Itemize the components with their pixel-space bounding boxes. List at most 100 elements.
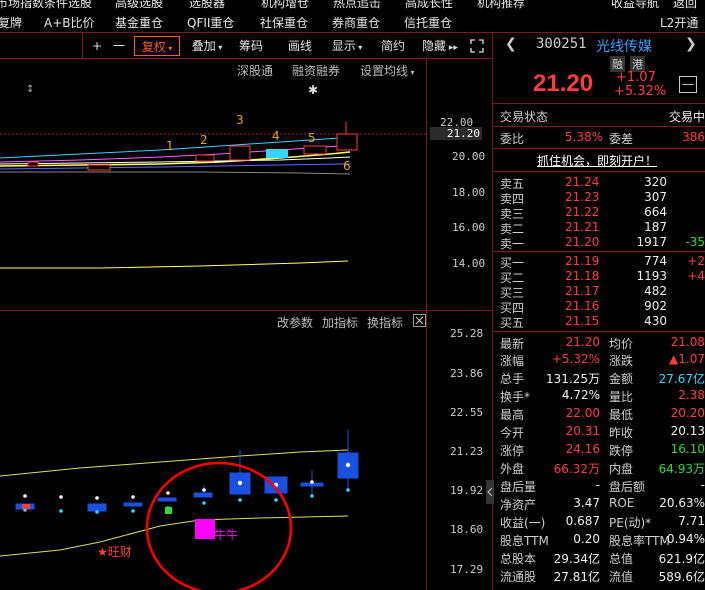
quote-value: 66.32万 [553,462,600,476]
quote-label: 涨停 [500,444,525,458]
quote-value: ▲1.07 [669,352,705,366]
quote-row: 涨幅 +5.32% 涨跌 ▲1.07 [500,352,705,368]
indicator-chart[interactable] [0,330,426,590]
quote-label: 净资产 [500,498,537,512]
buy-row: 买三 21.17 482 [500,284,705,300]
volume: 1917 [636,235,667,249]
nav-item[interactable]: 复牌 [0,14,22,31]
stock-change: +1.07 [616,70,656,85]
jia-zhibiao-link[interactable]: 加指标 [322,314,358,331]
axis-divider [426,58,427,590]
volume: 482 [644,284,667,298]
nav-item[interactable]: 机构推荐 [477,0,525,11]
volume: 664 [644,205,667,219]
nav-item[interactable]: 基金重仓 [115,14,163,31]
quote-label: 最高 [500,408,525,422]
chevron-down-icon: ▾ [355,43,363,52]
quote-value: 621.9亿 [658,552,705,566]
double-chevron-right-icon: ▸▸ [446,43,458,53]
weibi-row: 委比 5.38% 委差 386 [500,130,705,146]
gai-canshu-link[interactable]: 改参数 [277,314,313,331]
nav-item[interactable]: 市场指数 [0,0,44,11]
quote-label: 盘后额 [609,480,646,494]
quote-row: 总股本 29.34亿 总值 621.9亿 [500,550,705,566]
nav-item[interactable]: QFII重仓 [187,14,234,31]
quote-label: ROE [609,496,635,510]
nav-item[interactable]: 社保重仓 [260,14,308,31]
quote-value: +5.32% [551,352,600,366]
quote-value: - [700,478,705,492]
nav-item[interactable]: A+B比价 [44,14,95,31]
next-stock-icon[interactable]: ❯ [685,36,697,52]
quote-label: 金额 [609,372,634,386]
current-price-tick: 21.20 [430,127,482,140]
marker-label: 2 [200,133,208,147]
nav-item[interactable]: 信托重仓 [404,14,452,31]
quote-value: 20.20 [670,406,705,420]
nav-item[interactable]: 券商重仓 [332,14,380,31]
status-label: 交易状态 [500,110,549,124]
nav-item[interactable]: 热点追击 [333,0,381,11]
nav-item[interactable]: 高级选股 [115,0,163,11]
close-icon[interactable] [413,314,426,327]
zoom-in-button[interactable]: + [88,36,106,56]
sparkle-icon: ✱ [308,83,318,97]
nav-item[interactable]: 返回 [673,0,697,11]
price: 21.21 [565,220,600,234]
sell-row: 卖三 21.22 664 [500,205,705,221]
weibi-value: 5.38% [564,130,603,144]
fuquan-label: 复权 [141,40,166,54]
panel-collapse-handle[interactable] [486,480,494,504]
minimize-icon[interactable]: — [679,76,697,93]
nav-item[interactable]: 机构增仓 [261,0,309,11]
jianyue-button[interactable]: 简约 [376,36,410,56]
promo-link[interactable]: 抓住机会，即刻开户！ [537,152,657,169]
price: 21.20 [565,235,600,249]
quote-label: 涨幅 [500,354,525,368]
zoom-out-button[interactable]: 一 [110,36,128,56]
nav-item[interactable]: 收益导航 [611,0,659,11]
quote-value: 16.10 [670,442,705,456]
yincang-button[interactable]: 隐藏 ▸▸ [418,36,462,56]
l2-open-link[interactable]: L2开通 [660,14,698,31]
quote-value: 0.20 [573,532,600,546]
volume: 902 [644,299,667,313]
quote-label: 流通股 [500,570,537,584]
label: 卖一 [500,237,525,251]
quote-label: 股息率TTM [609,534,670,548]
quote-row: 收益(一) 0.687 PE(动)* 7.71 [500,514,705,530]
price: 21.16 [565,299,600,313]
diejia-dropdown[interactable]: 叠加 ▾ [184,36,230,56]
quote-value: 21.08 [670,335,705,349]
price-chart[interactable]: ↕ ✱ 1 2 3 4 5 6 [0,58,426,310]
quote-row: 流通股 27.81亿 流值 589.6亿 [500,568,705,584]
nav-item[interactable]: 选股器 [189,0,225,11]
fullscreen-icon[interactable] [467,36,487,56]
huaxian-button[interactable]: 画线 [282,36,318,56]
huan-zhibiao-link[interactable]: 换指标 [367,314,403,331]
label: 买五 [500,316,525,330]
sell-row: 卖四 21.23 307 [500,190,705,206]
divider [0,310,492,311]
quote-label: 股息TTM [500,534,549,548]
sell-row: 卖五 21.24 320 [500,175,705,191]
quote-row: 今开 20.31 昨收 20.13 [500,424,705,440]
quote-value: 22.00 [565,406,600,420]
fuquan-dropdown[interactable]: 复权 ▾ [134,36,180,56]
quote-label: 内盘 [609,462,634,476]
quote-label: 涨跌 [609,354,634,368]
chouma-button[interactable]: 筹码 [233,36,269,56]
quote-row: 盘后量 - 盘后额 - [500,478,705,494]
chevron-down-icon: ▾ [215,43,223,52]
nav-item[interactable]: 条件选股 [44,0,92,11]
xianshi-dropdown[interactable]: 显示 ▾ [326,36,368,56]
quote-row: 外盘 66.32万 内盘 64.93万 [500,460,705,476]
quote-label: 总值 [609,552,634,566]
quote-value: 2.38 [678,388,705,402]
sell-row: 卖二 21.21 187 [500,220,705,236]
volume: 307 [644,190,667,204]
quote-label: 总股本 [500,552,537,566]
prev-stock-icon[interactable]: ❮ [505,36,517,52]
quote-value: 20.31 [565,424,600,438]
nav-item[interactable]: 高成长性 [405,0,453,11]
